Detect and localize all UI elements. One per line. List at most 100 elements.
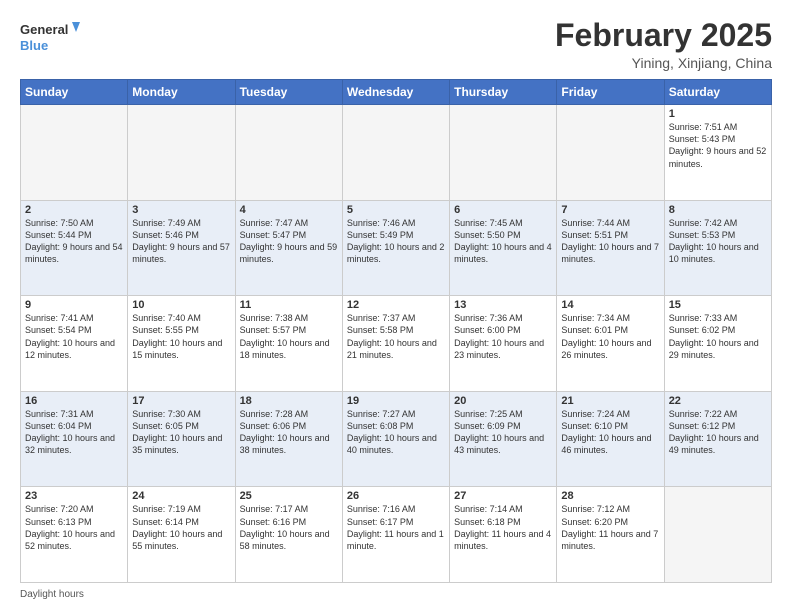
day-info: Sunrise: 7:19 AM Sunset: 6:14 PM Dayligh… (132, 503, 230, 552)
day-number: 22 (669, 395, 767, 407)
calendar-cell: 14Sunrise: 7:34 AM Sunset: 6:01 PM Dayli… (557, 296, 664, 392)
day-number: 4 (240, 204, 338, 216)
calendar-header: SundayMondayTuesdayWednesdayThursdayFrid… (21, 80, 772, 105)
calendar: SundayMondayTuesdayWednesdayThursdayFrid… (20, 79, 772, 583)
day-info: Sunrise: 7:14 AM Sunset: 6:18 PM Dayligh… (454, 503, 552, 552)
weekday-header-thursday: Thursday (450, 80, 557, 105)
day-number: 15 (669, 299, 767, 311)
day-number: 26 (347, 490, 445, 502)
header: General Blue February 2025 Yining, Xinji… (20, 18, 772, 71)
day-number: 24 (132, 490, 230, 502)
daylight-label: Daylight hours (20, 589, 84, 600)
day-info: Sunrise: 7:24 AM Sunset: 6:10 PM Dayligh… (561, 408, 659, 457)
day-info: Sunrise: 7:20 AM Sunset: 6:13 PM Dayligh… (25, 503, 123, 552)
day-number: 6 (454, 204, 552, 216)
weekday-header-sunday: Sunday (21, 80, 128, 105)
weekday-header-monday: Monday (128, 80, 235, 105)
calendar-cell (21, 105, 128, 201)
day-info: Sunrise: 7:34 AM Sunset: 6:01 PM Dayligh… (561, 312, 659, 361)
day-number: 1 (669, 108, 767, 120)
calendar-cell (664, 487, 771, 583)
weekday-header-saturday: Saturday (664, 80, 771, 105)
logo: General Blue (20, 18, 80, 58)
day-number: 11 (240, 299, 338, 311)
calendar-cell: 23Sunrise: 7:20 AM Sunset: 6:13 PM Dayli… (21, 487, 128, 583)
day-info: Sunrise: 7:28 AM Sunset: 6:06 PM Dayligh… (240, 408, 338, 457)
day-info: Sunrise: 7:46 AM Sunset: 5:49 PM Dayligh… (347, 217, 445, 266)
day-info: Sunrise: 7:51 AM Sunset: 5:43 PM Dayligh… (669, 121, 767, 170)
day-number: 18 (240, 395, 338, 407)
calendar-cell: 8Sunrise: 7:42 AM Sunset: 5:53 PM Daylig… (664, 200, 771, 296)
day-info: Sunrise: 7:30 AM Sunset: 6:05 PM Dayligh… (132, 408, 230, 457)
day-info: Sunrise: 7:47 AM Sunset: 5:47 PM Dayligh… (240, 217, 338, 266)
day-number: 17 (132, 395, 230, 407)
day-number: 5 (347, 204, 445, 216)
calendar-cell: 28Sunrise: 7:12 AM Sunset: 6:20 PM Dayli… (557, 487, 664, 583)
calendar-cell: 6Sunrise: 7:45 AM Sunset: 5:50 PM Daylig… (450, 200, 557, 296)
day-info: Sunrise: 7:44 AM Sunset: 5:51 PM Dayligh… (561, 217, 659, 266)
day-number: 14 (561, 299, 659, 311)
calendar-cell: 16Sunrise: 7:31 AM Sunset: 6:04 PM Dayli… (21, 391, 128, 487)
day-number: 28 (561, 490, 659, 502)
calendar-cell: 1Sunrise: 7:51 AM Sunset: 5:43 PM Daylig… (664, 105, 771, 201)
calendar-cell (235, 105, 342, 201)
calendar-cell: 4Sunrise: 7:47 AM Sunset: 5:47 PM Daylig… (235, 200, 342, 296)
calendar-week-1: 2Sunrise: 7:50 AM Sunset: 5:44 PM Daylig… (21, 200, 772, 296)
calendar-cell: 27Sunrise: 7:14 AM Sunset: 6:18 PM Dayli… (450, 487, 557, 583)
calendar-cell: 12Sunrise: 7:37 AM Sunset: 5:58 PM Dayli… (342, 296, 449, 392)
calendar-week-4: 23Sunrise: 7:20 AM Sunset: 6:13 PM Dayli… (21, 487, 772, 583)
calendar-cell: 15Sunrise: 7:33 AM Sunset: 6:02 PM Dayli… (664, 296, 771, 392)
subtitle: Yining, Xinjiang, China (555, 55, 772, 71)
svg-text:Blue: Blue (20, 38, 48, 53)
calendar-cell: 25Sunrise: 7:17 AM Sunset: 6:16 PM Dayli… (235, 487, 342, 583)
calendar-week-2: 9Sunrise: 7:41 AM Sunset: 5:54 PM Daylig… (21, 296, 772, 392)
calendar-body: 1Sunrise: 7:51 AM Sunset: 5:43 PM Daylig… (21, 105, 772, 583)
day-number: 9 (25, 299, 123, 311)
calendar-cell: 20Sunrise: 7:25 AM Sunset: 6:09 PM Dayli… (450, 391, 557, 487)
day-info: Sunrise: 7:31 AM Sunset: 6:04 PM Dayligh… (25, 408, 123, 457)
title-section: February 2025 Yining, Xinjiang, China (555, 18, 772, 71)
day-info: Sunrise: 7:16 AM Sunset: 6:17 PM Dayligh… (347, 503, 445, 552)
weekday-header-row: SundayMondayTuesdayWednesdayThursdayFrid… (21, 80, 772, 105)
calendar-cell: 24Sunrise: 7:19 AM Sunset: 6:14 PM Dayli… (128, 487, 235, 583)
calendar-cell: 19Sunrise: 7:27 AM Sunset: 6:08 PM Dayli… (342, 391, 449, 487)
day-number: 25 (240, 490, 338, 502)
day-info: Sunrise: 7:49 AM Sunset: 5:46 PM Dayligh… (132, 217, 230, 266)
calendar-cell: 18Sunrise: 7:28 AM Sunset: 6:06 PM Dayli… (235, 391, 342, 487)
calendar-cell: 21Sunrise: 7:24 AM Sunset: 6:10 PM Dayli… (557, 391, 664, 487)
day-info: Sunrise: 7:22 AM Sunset: 6:12 PM Dayligh… (669, 408, 767, 457)
calendar-cell: 2Sunrise: 7:50 AM Sunset: 5:44 PM Daylig… (21, 200, 128, 296)
day-info: Sunrise: 7:50 AM Sunset: 5:44 PM Dayligh… (25, 217, 123, 266)
calendar-cell (450, 105, 557, 201)
calendar-cell: 9Sunrise: 7:41 AM Sunset: 5:54 PM Daylig… (21, 296, 128, 392)
calendar-cell: 26Sunrise: 7:16 AM Sunset: 6:17 PM Dayli… (342, 487, 449, 583)
calendar-week-0: 1Sunrise: 7:51 AM Sunset: 5:43 PM Daylig… (21, 105, 772, 201)
day-number: 27 (454, 490, 552, 502)
day-number: 21 (561, 395, 659, 407)
day-info: Sunrise: 7:36 AM Sunset: 6:00 PM Dayligh… (454, 312, 552, 361)
day-number: 16 (25, 395, 123, 407)
weekday-header-tuesday: Tuesday (235, 80, 342, 105)
calendar-cell: 22Sunrise: 7:22 AM Sunset: 6:12 PM Dayli… (664, 391, 771, 487)
calendar-cell: 5Sunrise: 7:46 AM Sunset: 5:49 PM Daylig… (342, 200, 449, 296)
calendar-cell: 10Sunrise: 7:40 AM Sunset: 5:55 PM Dayli… (128, 296, 235, 392)
calendar-cell: 3Sunrise: 7:49 AM Sunset: 5:46 PM Daylig… (128, 200, 235, 296)
day-number: 8 (669, 204, 767, 216)
day-number: 2 (25, 204, 123, 216)
day-info: Sunrise: 7:45 AM Sunset: 5:50 PM Dayligh… (454, 217, 552, 266)
day-info: Sunrise: 7:42 AM Sunset: 5:53 PM Dayligh… (669, 217, 767, 266)
day-info: Sunrise: 7:27 AM Sunset: 6:08 PM Dayligh… (347, 408, 445, 457)
day-info: Sunrise: 7:41 AM Sunset: 5:54 PM Dayligh… (25, 312, 123, 361)
day-number: 10 (132, 299, 230, 311)
main-title: February 2025 (555, 18, 772, 53)
weekday-header-wednesday: Wednesday (342, 80, 449, 105)
calendar-cell: 17Sunrise: 7:30 AM Sunset: 6:05 PM Dayli… (128, 391, 235, 487)
day-info: Sunrise: 7:12 AM Sunset: 6:20 PM Dayligh… (561, 503, 659, 552)
day-info: Sunrise: 7:38 AM Sunset: 5:57 PM Dayligh… (240, 312, 338, 361)
calendar-cell: 11Sunrise: 7:38 AM Sunset: 5:57 PM Dayli… (235, 296, 342, 392)
day-number: 23 (25, 490, 123, 502)
calendar-cell (128, 105, 235, 201)
logo-svg: General Blue (20, 18, 80, 58)
day-info: Sunrise: 7:17 AM Sunset: 6:16 PM Dayligh… (240, 503, 338, 552)
day-info: Sunrise: 7:33 AM Sunset: 6:02 PM Dayligh… (669, 312, 767, 361)
